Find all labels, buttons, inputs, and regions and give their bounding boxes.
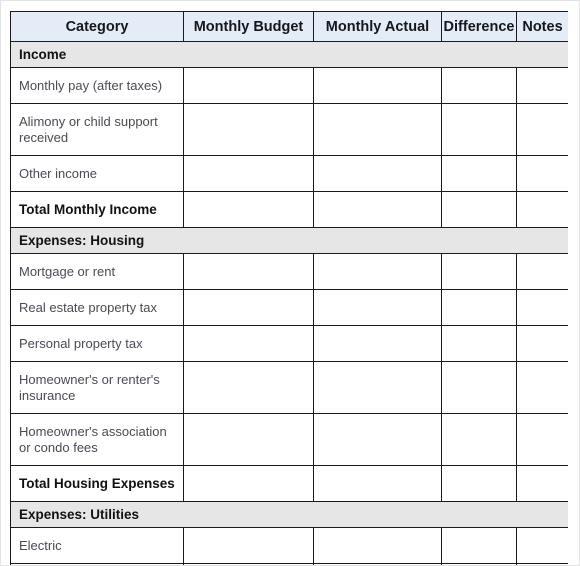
budget-table: Category Monthly Budget Monthly Actual D… xyxy=(10,11,568,565)
monthly-actual-cell[interactable] xyxy=(313,253,442,290)
notes-cell[interactable] xyxy=(516,155,568,192)
difference-cell[interactable] xyxy=(441,103,517,156)
monthly-actual-cell[interactable] xyxy=(313,361,442,414)
table-head: Category Monthly Budget Monthly Actual D… xyxy=(10,11,568,42)
monthly-budget-cell[interactable] xyxy=(183,67,314,104)
monthly-budget-cell[interactable] xyxy=(183,527,314,564)
table-header-row: Category Monthly Budget Monthly Actual D… xyxy=(10,11,568,42)
monthly-actual-cell[interactable] xyxy=(313,527,442,564)
document-page: Category Monthly Budget Monthly Actual D… xyxy=(0,0,580,566)
notes-cell[interactable] xyxy=(516,289,568,326)
notes-cell[interactable] xyxy=(516,67,568,104)
category-label: Homeowner's association or condo fees xyxy=(10,413,184,466)
section-header-label: Expenses: Housing xyxy=(10,227,568,254)
difference-cell[interactable] xyxy=(441,253,517,290)
difference-cell[interactable] xyxy=(441,191,517,228)
difference-cell[interactable] xyxy=(441,325,517,362)
category-label: Mortgage or rent xyxy=(10,253,184,290)
column-header-monthly-budget: Monthly Budget xyxy=(183,11,314,42)
table-row: Monthly pay (after taxes) xyxy=(10,67,568,104)
section-header-label: Income xyxy=(10,41,568,68)
notes-cell[interactable] xyxy=(516,465,568,502)
table-row: Homeowner's or renter's insurance xyxy=(10,361,568,414)
difference-cell[interactable] xyxy=(441,289,517,326)
notes-cell[interactable] xyxy=(516,253,568,290)
section-header-row: Expenses: Utilities xyxy=(10,501,568,528)
notes-cell[interactable] xyxy=(516,191,568,228)
monthly-actual-cell[interactable] xyxy=(313,67,442,104)
difference-cell[interactable] xyxy=(441,67,517,104)
notes-cell[interactable] xyxy=(516,325,568,362)
section-header-row: Income xyxy=(10,41,568,68)
column-header-notes: Notes xyxy=(516,11,568,42)
monthly-budget-cell[interactable] xyxy=(183,465,314,502)
monthly-budget-cell[interactable] xyxy=(183,155,314,192)
category-label: Personal property tax xyxy=(10,325,184,362)
table-body: Income Monthly pay (after taxes) Alimony o… xyxy=(10,41,568,565)
total-row: Total Housing Expenses xyxy=(10,465,568,502)
monthly-actual-cell[interactable] xyxy=(313,191,442,228)
monthly-budget-cell[interactable] xyxy=(183,191,314,228)
monthly-budget-cell[interactable] xyxy=(183,325,314,362)
total-label: Total Monthly Income xyxy=(10,191,184,228)
monthly-budget-cell[interactable] xyxy=(183,413,314,466)
monthly-actual-cell[interactable] xyxy=(313,325,442,362)
difference-cell[interactable] xyxy=(441,155,517,192)
monthly-budget-cell[interactable] xyxy=(183,289,314,326)
column-header-monthly-actual: Monthly Actual xyxy=(313,11,442,42)
column-header-category: Category xyxy=(10,11,184,42)
table-row: Homeowner's association or condo fees xyxy=(10,413,568,466)
table-row: Mortgage or rent xyxy=(10,253,568,290)
monthly-actual-cell[interactable] xyxy=(313,289,442,326)
difference-cell[interactable] xyxy=(441,465,517,502)
notes-cell[interactable] xyxy=(516,103,568,156)
monthly-actual-cell[interactable] xyxy=(313,465,442,502)
notes-cell[interactable] xyxy=(516,527,568,564)
category-label: Electric xyxy=(10,527,184,564)
table-row: Other income xyxy=(10,155,568,192)
monthly-budget-cell[interactable] xyxy=(183,103,314,156)
difference-cell[interactable] xyxy=(441,361,517,414)
monthly-budget-cell[interactable] xyxy=(183,361,314,414)
category-label: Real estate property tax xyxy=(10,289,184,326)
category-label: Monthly pay (after taxes) xyxy=(10,67,184,104)
table-row: Alimony or child support received xyxy=(10,103,568,156)
section-header-label: Expenses: Utilities xyxy=(10,501,568,528)
monthly-budget-cell[interactable] xyxy=(183,253,314,290)
table-row: Personal property tax xyxy=(10,325,568,362)
table-row: Real estate property tax xyxy=(10,289,568,326)
notes-cell[interactable] xyxy=(516,361,568,414)
column-header-difference: Difference xyxy=(441,11,517,42)
total-row: Total Monthly Income xyxy=(10,191,568,228)
total-label: Total Housing Expenses xyxy=(10,465,184,502)
table-row: Electric xyxy=(10,527,568,564)
difference-cell[interactable] xyxy=(441,413,517,466)
section-header-row: Expenses: Housing xyxy=(10,227,568,254)
category-label: Alimony or child support received xyxy=(10,103,184,156)
category-label: Homeowner's or renter's insurance xyxy=(10,361,184,414)
monthly-actual-cell[interactable] xyxy=(313,155,442,192)
monthly-actual-cell[interactable] xyxy=(313,103,442,156)
monthly-actual-cell[interactable] xyxy=(313,413,442,466)
category-label: Other income xyxy=(10,155,184,192)
notes-cell[interactable] xyxy=(516,413,568,466)
difference-cell[interactable] xyxy=(441,527,517,564)
budget-table-container: Category Monthly Budget Monthly Actual D… xyxy=(10,11,568,565)
